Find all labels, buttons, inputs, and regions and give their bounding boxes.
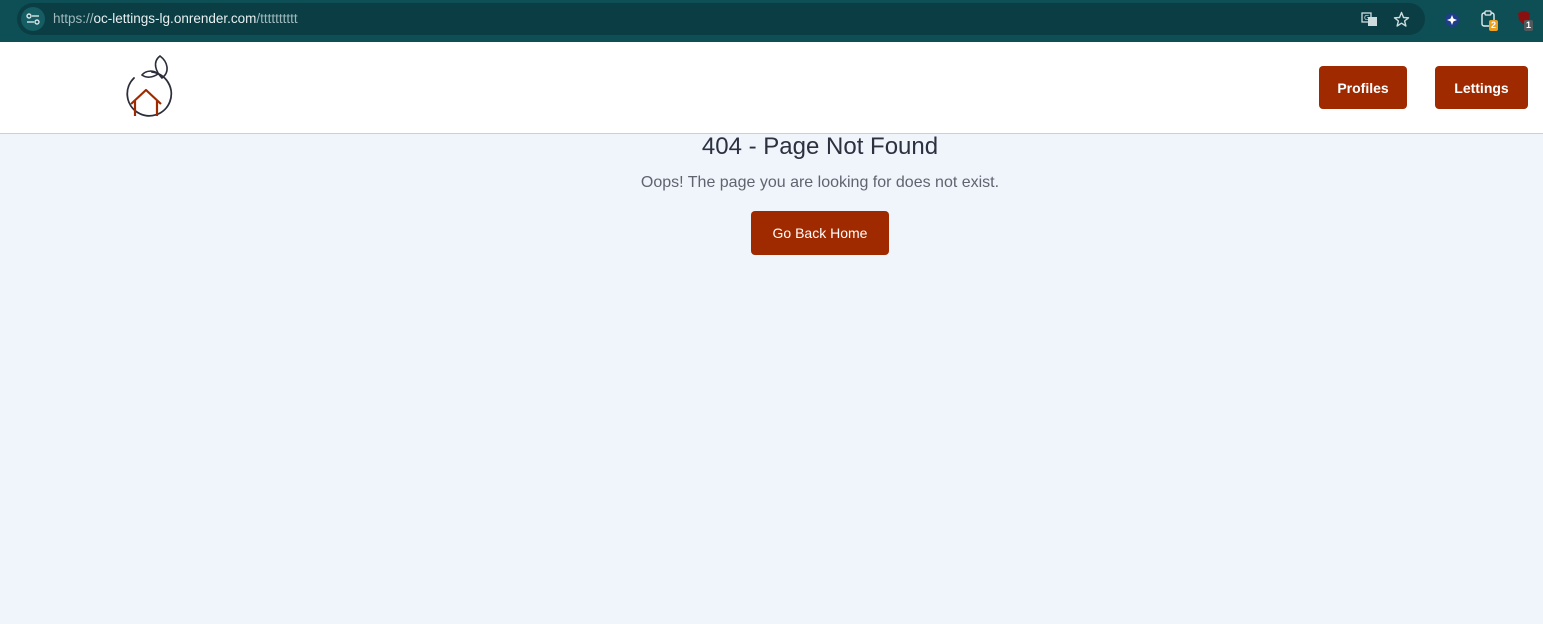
url-host: oc-lettings-lg.onrender.com: [93, 11, 257, 26]
puzzle-diamond-icon[interactable]: [1443, 11, 1461, 29]
site-header: Profiles Lettings: [0, 42, 1543, 134]
url-path: /tttttttttt: [256, 11, 298, 26]
bookmark-star-icon[interactable]: [1393, 11, 1410, 28]
url-text[interactable]: https://oc-lettings-lg.onrender.com/tttt…: [53, 11, 298, 27]
page-title: 404 - Page Not Found: [701, 133, 939, 160]
go-back-home-button[interactable]: Go Back Home: [751, 211, 889, 255]
nav-profiles-button[interactable]: Profiles: [1319, 66, 1407, 109]
url-scheme: https://: [53, 11, 94, 26]
nav-lettings-button[interactable]: Lettings: [1435, 66, 1528, 109]
translate-icon[interactable]: G: [1361, 11, 1378, 28]
extension-badge: 2: [1489, 20, 1499, 31]
site-info-button[interactable]: [21, 7, 45, 31]
error-message: Oops! The page you are looking for does …: [640, 174, 1000, 191]
shield-extension[interactable]: 1: [1516, 10, 1540, 34]
house-in-circle-logo[interactable]: [122, 54, 174, 122]
svg-text:G: G: [1364, 14, 1369, 22]
browser-toolbar: https://oc-lettings-lg.onrender.com/tttt…: [0, 0, 1543, 42]
extension-badge: 1: [1524, 20, 1534, 31]
address-bar[interactable]: https://oc-lettings-lg.onrender.com/tttt…: [17, 3, 1425, 35]
site-settings-icon: [26, 13, 40, 25]
clipboard-extension[interactable]: 2: [1479, 10, 1503, 34]
